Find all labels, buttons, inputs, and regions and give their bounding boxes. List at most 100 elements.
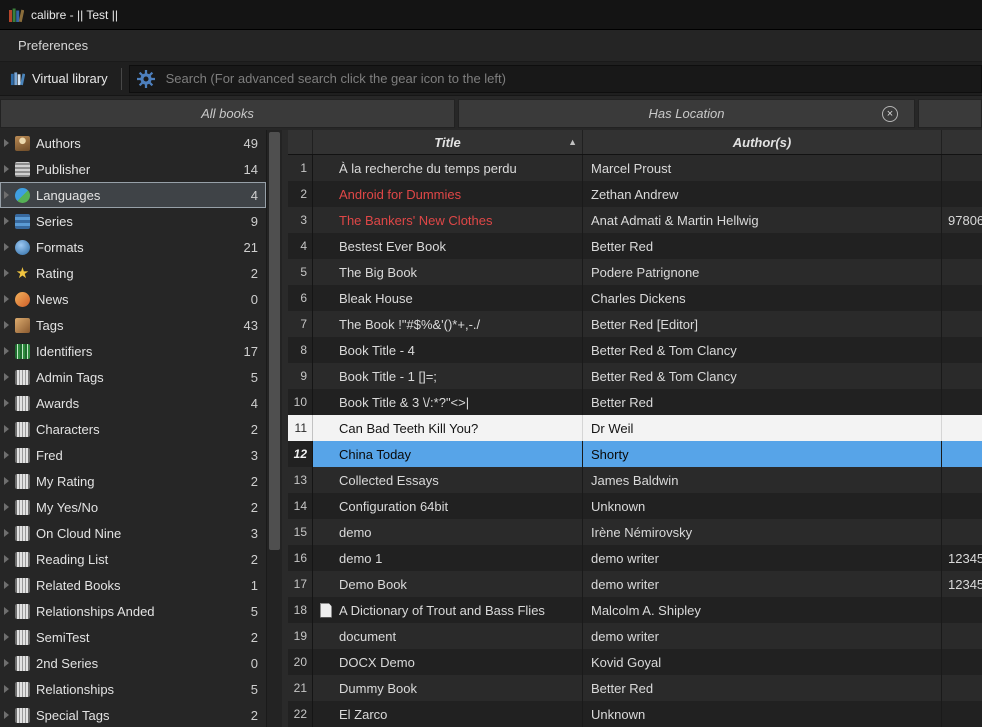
- chevron-right-icon[interactable]: [4, 711, 9, 719]
- authors-cell[interactable]: Better Red & Tom Clancy: [583, 337, 942, 363]
- authors-cell[interactable]: demo writer: [583, 571, 942, 597]
- tab-all-books[interactable]: All books: [0, 99, 455, 128]
- chevron-right-icon[interactable]: [4, 399, 9, 407]
- chevron-right-icon[interactable]: [4, 529, 9, 537]
- table-row[interactable]: 4 Bestest Ever Book Better Red: [288, 233, 982, 259]
- chevron-right-icon[interactable]: [4, 295, 9, 303]
- chevron-right-icon[interactable]: [4, 139, 9, 147]
- extra-cell[interactable]: [942, 337, 982, 363]
- authors-cell[interactable]: Dr Weil: [583, 415, 942, 441]
- extra-cell[interactable]: [942, 363, 982, 389]
- extra-cell[interactable]: [942, 415, 982, 441]
- title-cell[interactable]: Book Title & 3 \/:*?"<>|: [313, 389, 583, 415]
- sidebar-item-fred[interactable]: Fred 3: [0, 442, 266, 468]
- sidebar-item-tags[interactable]: Tags 43: [0, 312, 266, 338]
- sidebar-item-characters[interactable]: Characters 2: [0, 416, 266, 442]
- chevron-right-icon[interactable]: [4, 659, 9, 667]
- authors-cell[interactable]: demo writer: [583, 545, 942, 571]
- chevron-right-icon[interactable]: [4, 347, 9, 355]
- extra-cell[interactable]: [942, 389, 982, 415]
- title-cell[interactable]: demo: [313, 519, 583, 545]
- sidebar-item-semitest[interactable]: SemiTest 2: [0, 624, 266, 650]
- table-row[interactable]: 12 China Today Shorty: [288, 441, 982, 467]
- sidebar-item-authors[interactable]: Authors 49: [0, 130, 266, 156]
- table-row[interactable]: 21 Dummy Book Better Red: [288, 675, 982, 701]
- chevron-right-icon[interactable]: [4, 581, 9, 589]
- authors-cell[interactable]: Malcolm A. Shipley: [583, 597, 942, 623]
- title-cell[interactable]: DOCX Demo: [313, 649, 583, 675]
- column-header-authors[interactable]: Author(s): [583, 130, 942, 154]
- extra-cell[interactable]: [942, 181, 982, 207]
- extra-cell[interactable]: [942, 285, 982, 311]
- sidebar-item-languages[interactable]: Languages 4: [0, 182, 266, 208]
- sidebar-item-rating[interactable]: Rating 2: [0, 260, 266, 286]
- chevron-right-icon[interactable]: [4, 503, 9, 511]
- search-input[interactable]: [163, 70, 981, 87]
- table-row[interactable]: 20 DOCX Demo Kovid Goyal: [288, 649, 982, 675]
- authors-cell[interactable]: Unknown: [583, 701, 942, 727]
- table-row[interactable]: 18 A Dictionary of Trout and Bass Flies …: [288, 597, 982, 623]
- table-row[interactable]: 17 Demo Book demo writer 12345: [288, 571, 982, 597]
- chevron-right-icon[interactable]: [4, 165, 9, 173]
- title-cell[interactable]: Book Title - 4: [313, 337, 583, 363]
- chevron-right-icon[interactable]: [4, 451, 9, 459]
- table-row[interactable]: 13 Collected Essays James Baldwin: [288, 467, 982, 493]
- title-cell[interactable]: A Dictionary of Trout and Bass Flies: [313, 597, 583, 623]
- title-cell[interactable]: Collected Essays: [313, 467, 583, 493]
- table-row[interactable]: 8 Book Title - 4 Better Red & Tom Clancy: [288, 337, 982, 363]
- authors-cell[interactable]: Better Red: [583, 675, 942, 701]
- chevron-right-icon[interactable]: [4, 425, 9, 433]
- table-row[interactable]: 14 Configuration 64bit Unknown: [288, 493, 982, 519]
- table-row[interactable]: 11 Can Bad Teeth Kill You? Dr Weil: [288, 415, 982, 441]
- sidebar-item-related-books[interactable]: Related Books 1: [0, 572, 266, 598]
- sidebar-item-formats[interactable]: Formats 21: [0, 234, 266, 260]
- authors-cell[interactable]: Better Red [Editor]: [583, 311, 942, 337]
- scrollbar-thumb[interactable]: [269, 132, 280, 550]
- title-cell[interactable]: Book Title - 1 []=;: [313, 363, 583, 389]
- menu-preferences[interactable]: Preferences: [10, 34, 96, 57]
- extra-cell[interactable]: 12345: [942, 545, 982, 571]
- authors-cell[interactable]: Better Red: [583, 389, 942, 415]
- title-cell[interactable]: Configuration 64bit: [313, 493, 583, 519]
- table-row[interactable]: 9 Book Title - 1 []=; Better Red & Tom C…: [288, 363, 982, 389]
- sidebar-item-relationships-anded[interactable]: Relationships Anded 5: [0, 598, 266, 624]
- sidebar-item-relationships[interactable]: Relationships 5: [0, 676, 266, 702]
- sidebar-item-series[interactable]: Series 9: [0, 208, 266, 234]
- extra-cell[interactable]: [942, 441, 982, 467]
- sidebar-item-my-rating[interactable]: My Rating 2: [0, 468, 266, 494]
- extra-cell[interactable]: [942, 623, 982, 649]
- authors-cell[interactable]: Kovid Goyal: [583, 649, 942, 675]
- chevron-right-icon[interactable]: [4, 191, 9, 199]
- title-cell[interactable]: El Zarco: [313, 701, 583, 727]
- extra-cell[interactable]: [942, 675, 982, 701]
- extra-cell[interactable]: 97806: [942, 207, 982, 233]
- title-cell[interactable]: document: [313, 623, 583, 649]
- title-cell[interactable]: Bleak House: [313, 285, 583, 311]
- title-cell[interactable]: Demo Book: [313, 571, 583, 597]
- table-row[interactable]: 3 The Bankers' New Clothes Anat Admati &…: [288, 207, 982, 233]
- chevron-right-icon[interactable]: [4, 607, 9, 615]
- chevron-right-icon[interactable]: [4, 373, 9, 381]
- chevron-right-icon[interactable]: [4, 321, 9, 329]
- table-row[interactable]: 15 demo Irène Némirovsky: [288, 519, 982, 545]
- sidebar-item-on-cloud-nine[interactable]: On Cloud Nine 3: [0, 520, 266, 546]
- sidebar-item-news[interactable]: News 0: [0, 286, 266, 312]
- extra-cell[interactable]: [942, 701, 982, 727]
- extra-cell[interactable]: 12345: [942, 571, 982, 597]
- extra-cell[interactable]: [942, 155, 982, 181]
- authors-cell[interactable]: Zethan Andrew: [583, 181, 942, 207]
- table-row[interactable]: 2 Android for Dummies Zethan Andrew: [288, 181, 982, 207]
- sidebar-item-2nd-series[interactable]: 2nd Series 0: [0, 650, 266, 676]
- title-cell[interactable]: The Bankers' New Clothes: [313, 207, 583, 233]
- authors-cell[interactable]: Better Red: [583, 233, 942, 259]
- chevron-right-icon[interactable]: [4, 477, 9, 485]
- authors-cell[interactable]: Better Red & Tom Clancy: [583, 363, 942, 389]
- table-row[interactable]: 5 The Big Book Podere Patrignone: [288, 259, 982, 285]
- extra-cell[interactable]: [942, 649, 982, 675]
- chevron-right-icon[interactable]: [4, 217, 9, 225]
- tab-has-location[interactable]: Has Location ×: [458, 99, 915, 128]
- sidebar-item-publisher[interactable]: Publisher 14: [0, 156, 266, 182]
- authors-cell[interactable]: James Baldwin: [583, 467, 942, 493]
- chevron-right-icon[interactable]: [4, 555, 9, 563]
- extra-cell[interactable]: [942, 597, 982, 623]
